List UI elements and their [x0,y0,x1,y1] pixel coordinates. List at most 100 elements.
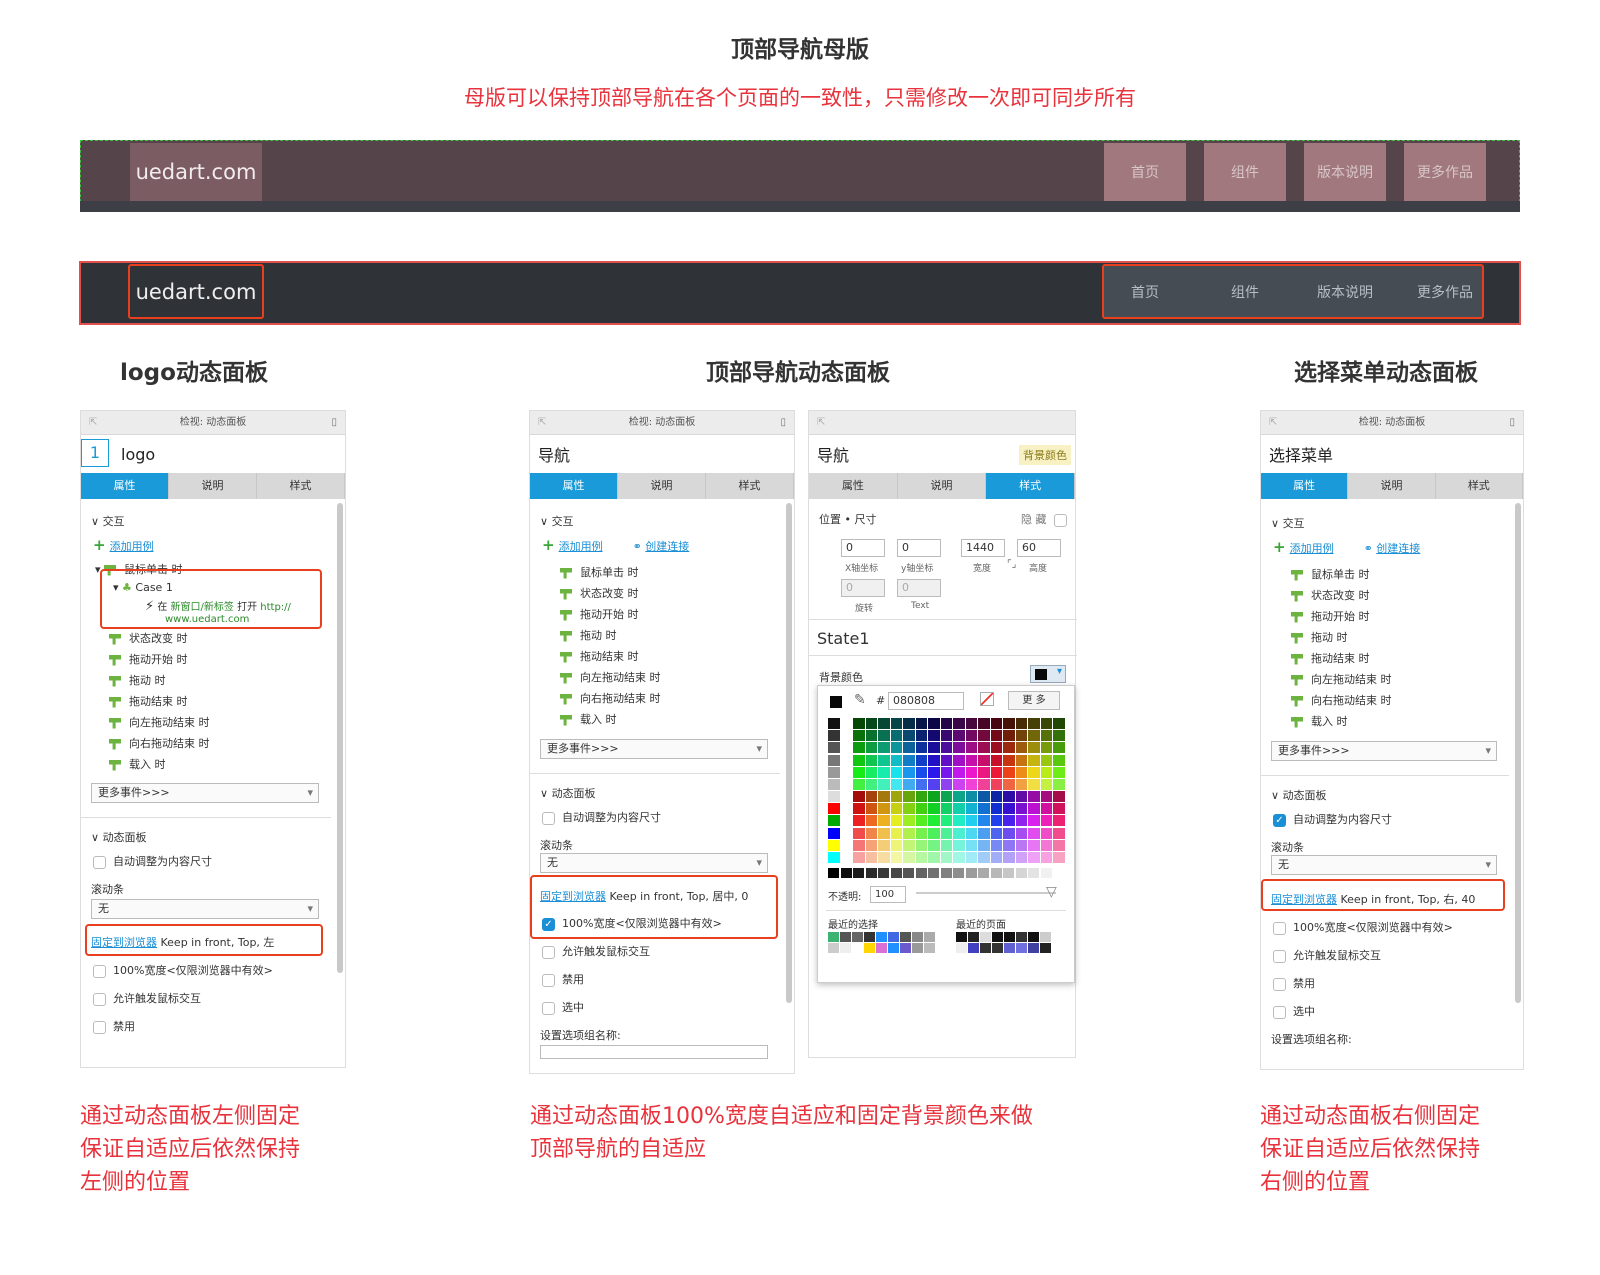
event-state[interactable]: 状态改变 时 [1291,587,1370,603]
master-nav-components[interactable]: 组件 [1204,143,1286,201]
palette-swatch[interactable] [953,815,965,827]
event-click[interactable]: 鼠标单击 时 [560,564,639,580]
palette-swatch[interactable] [878,778,890,790]
tab-style[interactable]: 样式 [1436,473,1523,499]
palette-swatch[interactable] [828,742,840,754]
palette-swatch[interactable] [978,803,990,815]
event-drag-right[interactable]: 向右拖动结束 时 [1291,692,1392,708]
recent-swatch[interactable] [888,932,899,942]
palette-swatch[interactable] [890,766,903,778]
palette-swatch[interactable] [978,766,990,778]
palette-swatch[interactable] [1003,730,1015,742]
create-link-link[interactable]: 创建连接 [1376,542,1420,555]
palette-swatch[interactable] [965,742,978,754]
palette-swatch[interactable] [953,718,965,730]
palette-swatch[interactable] [928,742,940,754]
gray-swatch[interactable] [1053,868,1064,878]
palette-swatch[interactable] [865,754,878,766]
palette-swatch[interactable] [1028,718,1040,730]
gray-swatch[interactable] [1028,868,1039,878]
auto-fit-option[interactable]: ✓ 自动调整为内容尺寸 [1273,811,1392,827]
tab-style[interactable]: 样式 [986,473,1076,499]
palette-swatch[interactable] [915,754,928,766]
palette-swatch[interactable] [903,730,915,742]
palette-swatch[interactable] [903,742,915,754]
palette-swatch[interactable] [978,718,990,730]
event-drag-start[interactable]: 拖动开始 时 [1291,608,1370,624]
master-nav-release[interactable]: 版本说明 [1304,143,1386,201]
gray-swatch[interactable] [865,868,877,878]
palette-swatch[interactable] [853,815,865,827]
gray-swatch[interactable] [953,868,964,878]
palette-swatch[interactable] [940,754,953,766]
palette-swatch[interactable] [853,839,865,851]
recent-swatch[interactable] [900,932,911,942]
opacity-slider-handle[interactable]: ▽ [1046,884,1057,900]
add-case-link[interactable]: 添加用例 [1290,542,1334,555]
recent-page-swatch[interactable] [1004,932,1015,942]
hidden-option[interactable]: 隐 藏 [1021,511,1067,527]
panel-name[interactable]: 选择菜单 [1261,435,1523,473]
recent-page-swatch[interactable] [1016,932,1027,942]
create-link-link[interactable]: 创建连接 [645,540,689,553]
palette-swatch[interactable] [1040,839,1053,851]
palette-swatch[interactable] [915,766,928,778]
scrollbar-select[interactable]: 无 [540,853,768,873]
palette-swatch[interactable] [1028,827,1040,839]
tab-properties[interactable]: 属性 [1261,473,1349,499]
chevron-down-icon[interactable]: ∨ [91,515,103,528]
palette-swatch[interactable] [903,778,915,790]
allow-mouse-option[interactable]: 允许触发鼠标交互 [1273,947,1381,963]
more-colors-button[interactable]: 更 多 [1008,691,1060,710]
palette-swatch[interactable] [865,827,878,839]
disabled-option[interactable]: 禁用 [542,971,584,987]
tab-notes[interactable]: 说明 [169,473,257,499]
palette-swatch[interactable] [828,766,840,778]
palette-swatch[interactable] [990,766,1003,778]
x-input[interactable]: 0 [841,539,885,557]
palette-swatch[interactable] [928,754,940,766]
recent-swatch[interactable] [912,932,923,942]
panel-name[interactable]: 导航 [817,442,849,466]
palette-swatch[interactable] [1053,803,1065,815]
gray-swatch[interactable] [853,868,864,878]
palette-swatch[interactable] [928,778,940,790]
color-palette-grid[interactable] [828,718,1066,864]
height-input[interactable]: 60 [1017,539,1061,557]
palette-swatch[interactable] [928,851,940,863]
auto-fit-checkbox[interactable] [93,855,106,869]
recent-page-swatch[interactable] [980,943,991,953]
collapse-icon[interactable]: ⇱ [89,411,97,435]
recent-page-swatch[interactable] [968,932,979,942]
recent-page-swatches[interactable] [956,932,1062,954]
tab-notes[interactable]: 说明 [618,473,706,499]
text-rotation-input[interactable]: 0 [897,579,941,597]
recent-swatch[interactable] [876,932,887,942]
palette-swatch[interactable] [1003,851,1015,863]
event-state[interactable]: 状态改变 时 [109,630,188,646]
palette-swatch[interactable] [828,754,840,766]
palette-swatch[interactable] [853,827,865,839]
palette-swatch[interactable] [878,815,890,827]
master-logo[interactable]: uedart.com [130,143,262,201]
palette-swatch[interactable] [890,754,903,766]
disabled-option[interactable]: 禁用 [93,1018,135,1034]
gray-swatch[interactable] [1040,868,1052,878]
recent-swatch[interactable] [924,943,935,953]
palette-swatch[interactable] [1053,718,1065,730]
palette-swatch[interactable] [878,851,890,863]
palette-swatch[interactable] [965,718,978,730]
palette-swatch[interactable] [1040,766,1053,778]
event-drag-right[interactable]: 向右拖动结束 时 [109,735,210,751]
palette-swatch[interactable] [1015,742,1028,754]
dark-nav-more[interactable]: 更多作品 [1404,266,1486,317]
palette-swatch[interactable] [953,803,965,815]
palette-swatch[interactable] [828,839,840,851]
palette-swatch[interactable] [878,803,890,815]
palette-swatch[interactable] [1028,839,1040,851]
recent-page-swatch[interactable] [980,932,991,942]
event-load[interactable]: 载入 时 [560,711,617,727]
event-drag[interactable]: 拖动 时 [109,672,166,688]
palette-swatch[interactable] [1015,730,1028,742]
palette-swatch[interactable] [1040,815,1053,827]
